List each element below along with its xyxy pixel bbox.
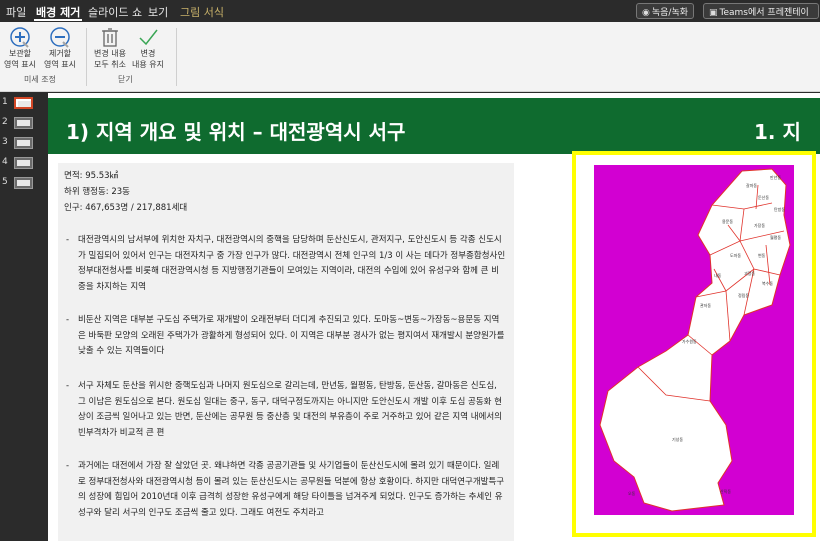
- paragraph: - 비둔산 지역은 대부분 구도심 주택가로 재개발이 오래전부터 더디게 추진…: [66, 313, 506, 360]
- slide-thumbnail-pane: 1 2 3 4 5: [0, 93, 40, 541]
- thumbnail-image: [14, 137, 33, 149]
- district-label: 산직동: [720, 488, 731, 494]
- mark-remove-label-1: 제거할: [48, 49, 72, 58]
- menu-view[interactable]: 보기: [148, 4, 168, 20]
- text-panel[interactable]: 면적: 95.53㎢ 하위 행정동: 23동 인구: 467,653명 / 21…: [58, 163, 514, 541]
- paragraph: - 서구 자체도 둔산을 위시한 중핵도심과 나머지 원도심으로 갈리는데, 만…: [66, 379, 506, 441]
- district-label: 가장동: [754, 222, 765, 228]
- thumbnail-image: [14, 117, 33, 129]
- mark-keep-label-2: 영역 표시: [4, 60, 36, 69]
- district-label: 정림동: [738, 292, 749, 298]
- map-selection-frame[interactable]: 기성동 오동 갈마동 둔산동 용문동 가장동 도마동 변동 관저동 가수원동 복…: [572, 151, 816, 537]
- district-label: 내동: [714, 272, 722, 278]
- ribbon: 보관할 영역 표시 제거할 영역 표시 변경 내용 모두 취소 변경 내용 유지…: [0, 22, 820, 92]
- bullet-dash: -: [66, 235, 70, 245]
- district-label: 괴정동: [744, 270, 755, 276]
- slide-canvas[interactable]: 1) 지역 개요 및 위치 – 대전광역시 서구 1. 지 면적: 95.53㎢…: [48, 93, 820, 541]
- bullet-dash: -: [66, 381, 70, 391]
- trash-icon: [102, 28, 118, 47]
- slide-thumbnail[interactable]: 4: [2, 155, 38, 171]
- paragraph-text: 과거에는 대전에서 가장 잘 살았던 곳. 왜냐하면 각종 공공기관들 및 사기…: [78, 461, 505, 518]
- fact-area: 면적: 95.53㎢: [64, 171, 119, 181]
- record-icon: ◉: [642, 8, 650, 18]
- mark-remove-label-2: 영역 표시: [44, 60, 76, 69]
- slide-thumbnail[interactable]: 3: [2, 135, 38, 151]
- district-label: 오동: [628, 491, 636, 496]
- menu-bar: 파일 배경 제거 슬라이드 쇼 보기 그림 서식 ◉ 녹음/녹화 ▣ Teams에서…: [0, 0, 820, 22]
- teams-present-button[interactable]: ▣ Teams에서 프레젠테이: [703, 3, 819, 19]
- mark-keep-label-1: 보관할: [8, 49, 32, 58]
- menu-picture-format[interactable]: 그림 서식: [180, 4, 224, 20]
- discard-label-1: 변경 내용: [94, 49, 126, 58]
- slide-title[interactable]: 1) 지역 개요 및 위치 – 대전광역시 서구: [66, 116, 405, 145]
- paragraph-text: 대전광역시의 남서부에 위치한 자치구, 대전광역시의 중핵을 담당하며 둔산신…: [78, 235, 506, 292]
- record-button[interactable]: ◉ 녹음/녹화: [636, 3, 695, 19]
- keep-changes-button[interactable]: 변경 내용 유지: [130, 26, 166, 72]
- discard-label-2: 모두 취소: [94, 60, 126, 69]
- group-separator: [86, 28, 87, 86]
- group-label-refine: 미세 조정: [24, 75, 56, 84]
- slide-number: 2: [2, 117, 8, 127]
- slide-number: 3: [2, 137, 8, 147]
- fact-population: 인구: 467,653명 / 217,881세대: [64, 203, 188, 213]
- thumbnail-image: [14, 97, 33, 109]
- thumbnail-image: [14, 177, 33, 189]
- district-map: 기성동 오동 갈마동 둔산동 용문동 가장동 도마동 변동 관저동 가수원동 복…: [594, 165, 794, 515]
- paragraph-text: 서구 자체도 둔산을 위시한 중핵도심과 나머지 원도심으로 갈리는데, 만년동…: [78, 381, 502, 438]
- district-label: 갈마동: [746, 182, 757, 188]
- paragraph: - 대전광역시의 남서부에 위치한 자치구, 대전광역시의 중핵을 담당하며 둔…: [66, 233, 506, 295]
- bullet-dash: -: [66, 461, 70, 471]
- active-tab-indicator: [34, 19, 82, 21]
- paragraph: - 과거에는 대전에서 가장 잘 살았던 곳. 왜냐하면 각종 공공기관들 및 …: [66, 459, 506, 521]
- mark-keep-icon: [10, 27, 30, 48]
- district-label: 복수동: [762, 280, 773, 286]
- teams-button-label: Teams에서 프레젠테이: [719, 8, 809, 18]
- mark-keep-button[interactable]: 보관할 영역 표시: [2, 26, 38, 72]
- district-label: 변동: [758, 252, 766, 258]
- checkmark-icon: [139, 29, 158, 46]
- group-label-close: 닫기: [118, 75, 133, 84]
- menu-file[interactable]: 파일: [6, 4, 26, 20]
- group-separator: [176, 28, 177, 86]
- title-bar: 1) 지역 개요 및 위치 – 대전광역시 서구 1. 지: [48, 98, 820, 154]
- district-label: 기성동: [672, 436, 683, 442]
- discard-changes-button[interactable]: 변경 내용 모두 취소: [92, 26, 128, 72]
- district-label: 가수원동: [682, 338, 697, 344]
- district-label: 도마동: [730, 252, 741, 258]
- record-button-label: 녹음/녹화: [651, 8, 689, 18]
- keep-label-1: 변경: [140, 49, 156, 58]
- district-label: 용문동: [722, 219, 733, 224]
- mark-remove-icon: [50, 27, 70, 48]
- menu-remove-background[interactable]: 배경 제거: [36, 4, 80, 20]
- mark-remove-button[interactable]: 제거할 영역 표시: [42, 26, 78, 72]
- district-label: 둔산동: [758, 194, 769, 200]
- teams-icon: ▣: [709, 8, 718, 18]
- menu-slideshow[interactable]: 슬라이드 쇼: [88, 4, 142, 20]
- slide-title-right: 1. 지: [754, 120, 801, 144]
- paragraph-text: 비둔산 지역은 대부분 구도심 주택가로 재개발이 오래전부터 더디게 추진되고…: [78, 315, 505, 356]
- slide-number: 1: [2, 97, 8, 107]
- district-label: 만년동: [770, 174, 781, 180]
- keep-label-2: 내용 유지: [132, 60, 164, 69]
- slide-thumbnail[interactable]: 1: [2, 95, 38, 111]
- slide-number: 4: [2, 157, 8, 167]
- district-label: 관저동: [700, 302, 711, 308]
- slide-number: 5: [2, 177, 8, 187]
- fact-dongs: 하위 행정동: 23동: [64, 187, 131, 197]
- slide-thumbnail[interactable]: 5: [2, 175, 38, 191]
- district-label: 월평동: [770, 234, 781, 240]
- bullet-dash: -: [66, 315, 70, 325]
- district-label: 탄방동: [774, 206, 785, 212]
- thumbnail-image: [14, 157, 33, 169]
- slide-thumbnail[interactable]: 2: [2, 115, 38, 131]
